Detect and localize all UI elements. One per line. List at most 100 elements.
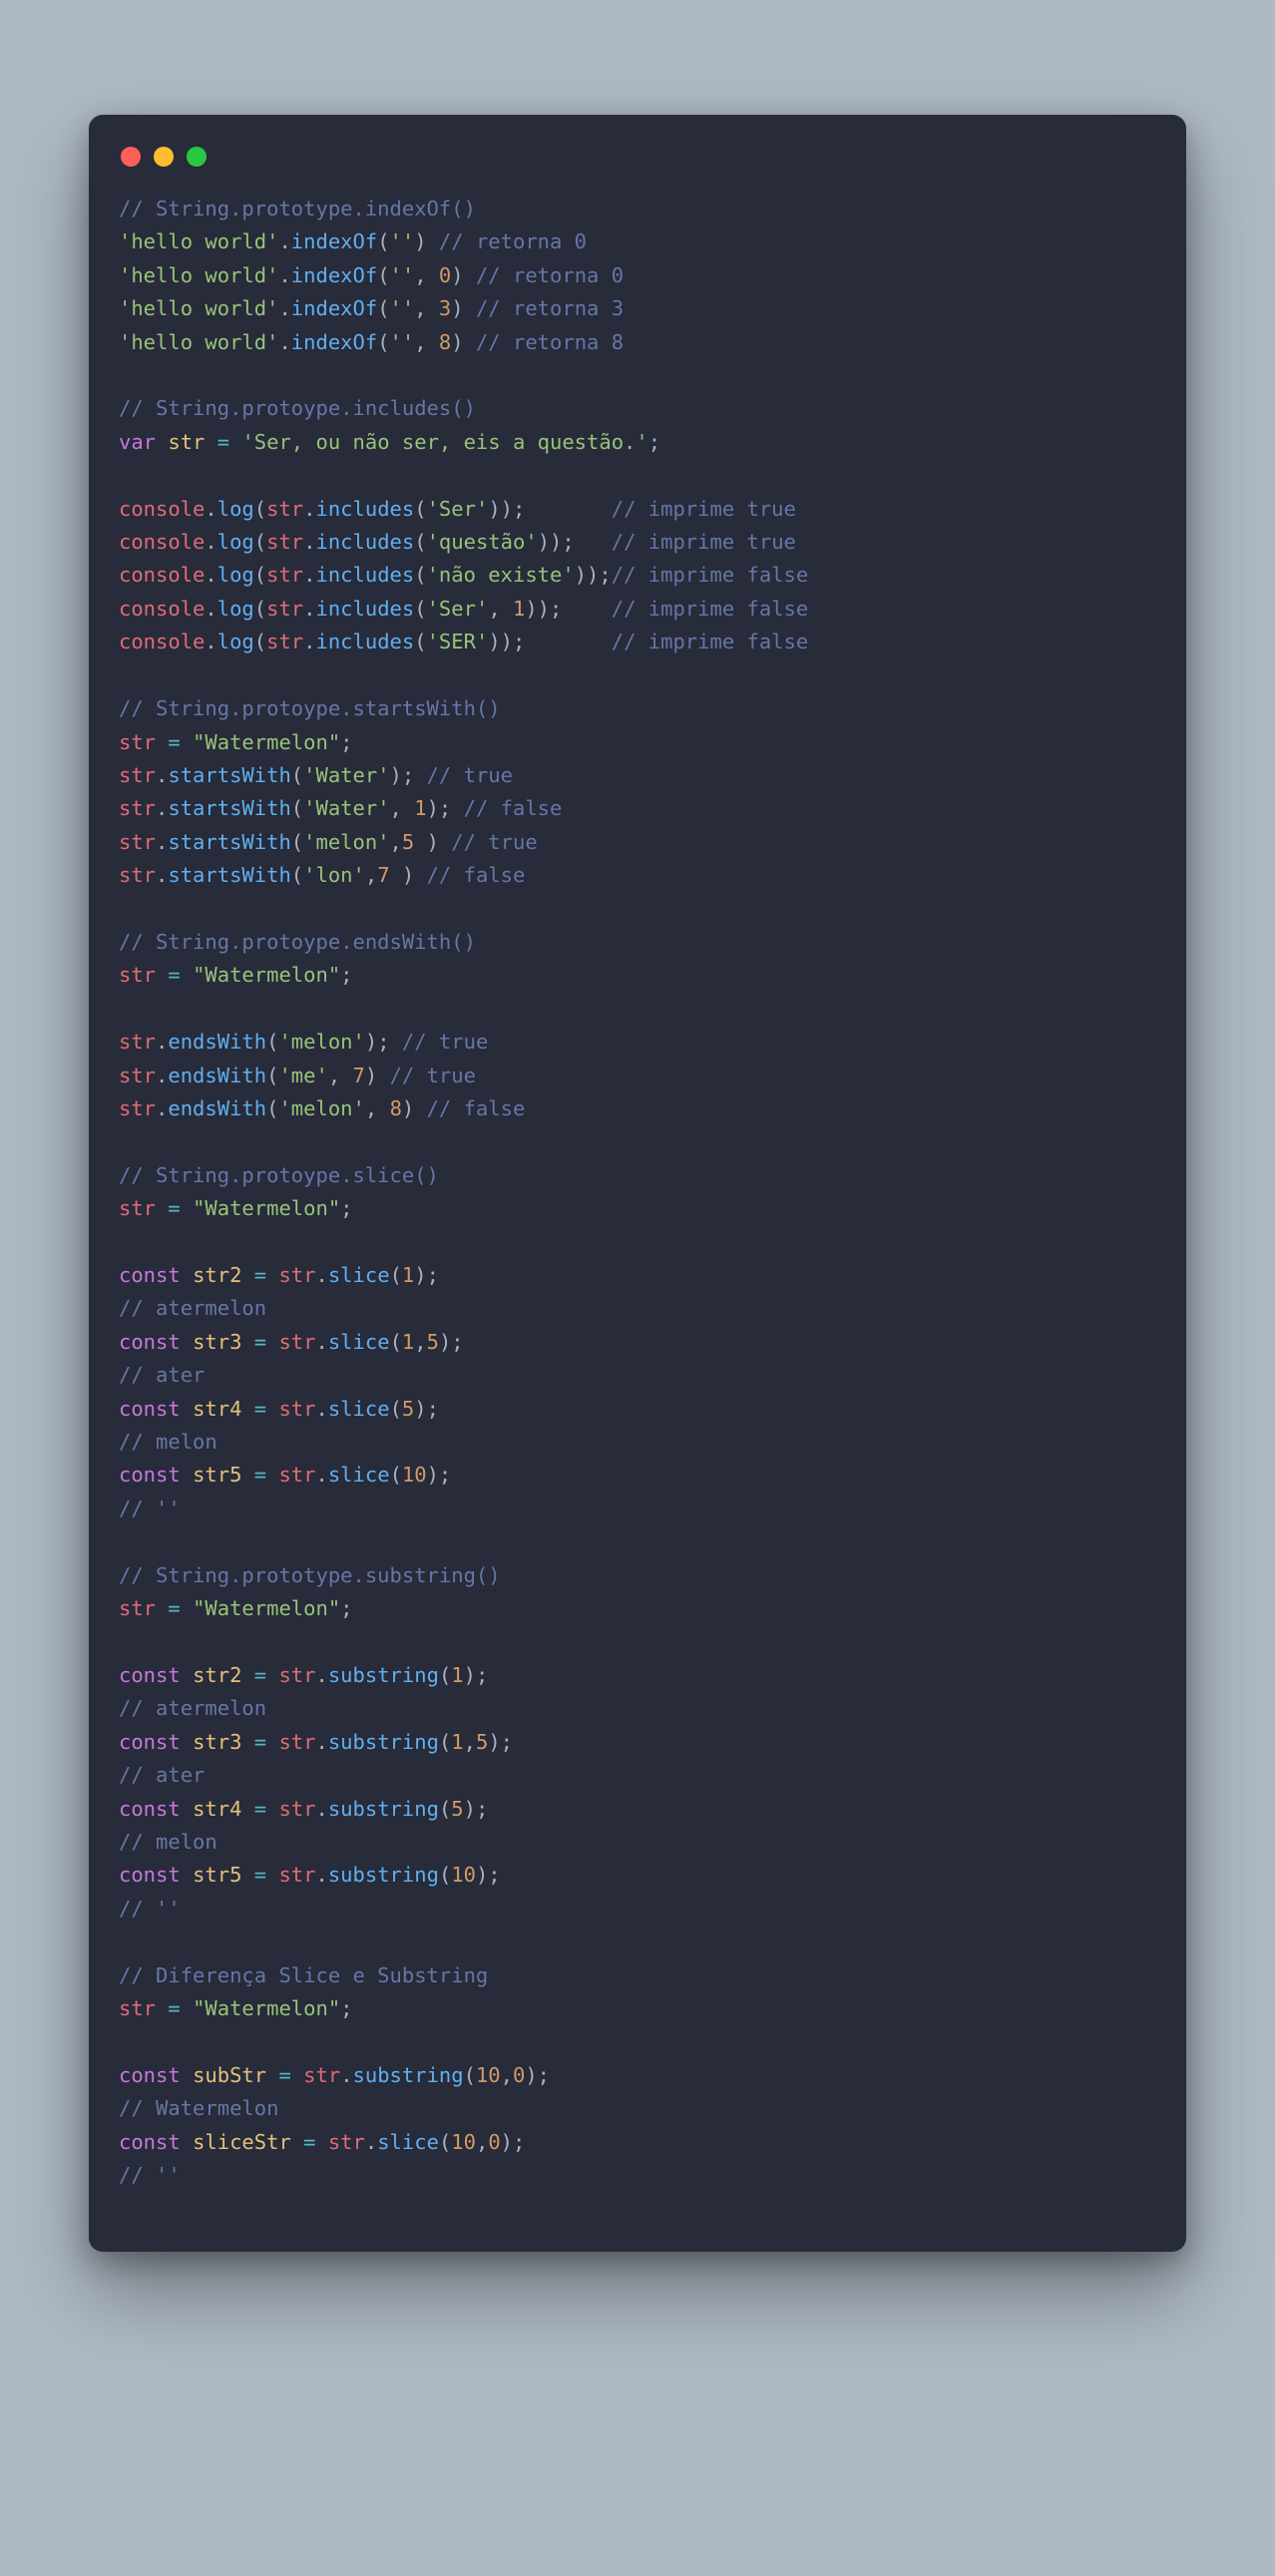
method: indexOf bbox=[291, 296, 377, 320]
identifier: str bbox=[119, 1096, 156, 1120]
string: 'Water' bbox=[303, 796, 389, 820]
identifier: str bbox=[119, 1030, 156, 1054]
method: slice bbox=[328, 1463, 390, 1487]
comment: // String.protoype.endsWith() bbox=[119, 930, 476, 954]
string: "Watermelon" bbox=[193, 730, 340, 754]
identifier: str bbox=[266, 597, 303, 621]
comment: // Diferença Slice e Substring bbox=[119, 1963, 488, 1987]
comment: // String.prototype.substring() bbox=[119, 1563, 501, 1587]
close-icon[interactable] bbox=[121, 147, 141, 167]
string: 'hello world' bbox=[119, 330, 278, 354]
identifier: str bbox=[328, 2130, 365, 2154]
number: 8 bbox=[439, 330, 451, 354]
number: 1 bbox=[451, 1663, 463, 1687]
identifier: console bbox=[119, 497, 205, 521]
string: 'melon' bbox=[303, 830, 389, 854]
identifier: str bbox=[119, 763, 156, 787]
method: indexOf bbox=[291, 263, 377, 287]
string: 'me' bbox=[278, 1064, 327, 1087]
identifier: str bbox=[278, 1863, 315, 1887]
method: startsWith bbox=[168, 863, 290, 887]
method: startsWith bbox=[168, 796, 290, 820]
string: '' bbox=[390, 263, 415, 287]
comment: // String.protoype.slice() bbox=[119, 1163, 439, 1187]
string: 'melon' bbox=[278, 1096, 364, 1120]
keyword: const bbox=[119, 1463, 181, 1487]
keyword: const bbox=[119, 1397, 181, 1421]
string: '' bbox=[390, 330, 415, 354]
minimize-icon[interactable] bbox=[154, 147, 174, 167]
string: 'hello world' bbox=[119, 229, 278, 253]
string: 'Ser' bbox=[427, 497, 489, 521]
number: 10 bbox=[451, 1863, 476, 1887]
number: 1 bbox=[513, 597, 525, 621]
identifier: console bbox=[119, 630, 205, 653]
keyword: const bbox=[119, 1663, 181, 1687]
number: 5 bbox=[476, 1730, 488, 1754]
number: 3 bbox=[439, 296, 451, 320]
method: startsWith bbox=[168, 830, 290, 854]
comment: // atermelon bbox=[119, 1296, 266, 1320]
number: 8 bbox=[390, 1096, 402, 1120]
comment: // imprime true bbox=[612, 530, 796, 554]
code-window: // String.prototype.indexOf() 'hello wor… bbox=[89, 115, 1186, 2252]
string: 'lon' bbox=[303, 863, 365, 887]
number: 1 bbox=[402, 1263, 414, 1287]
identifier: str bbox=[119, 963, 156, 987]
identifier: str bbox=[119, 1196, 156, 1220]
comment: // '' bbox=[119, 2163, 181, 2187]
maximize-icon[interactable] bbox=[187, 147, 207, 167]
identifier: str bbox=[266, 497, 303, 521]
number: 0 bbox=[439, 263, 451, 287]
comment: // imprime true bbox=[612, 497, 796, 521]
comment: // String.protoype.startsWith() bbox=[119, 696, 501, 720]
string: 'questão' bbox=[427, 530, 538, 554]
variable: sliceStr bbox=[193, 2130, 291, 2154]
method: substring bbox=[353, 2063, 464, 2087]
number: 10 bbox=[451, 2130, 476, 2154]
identifier: str bbox=[278, 1330, 315, 1354]
comment: // true bbox=[390, 1064, 476, 1087]
comment: // ater bbox=[119, 1363, 205, 1387]
keyword: var bbox=[119, 430, 156, 454]
comment: // false bbox=[427, 863, 526, 887]
number: 5 bbox=[451, 1797, 463, 1821]
keyword: const bbox=[119, 1330, 181, 1354]
method: endsWith bbox=[168, 1064, 266, 1087]
method: log bbox=[217, 563, 254, 587]
method: includes bbox=[316, 497, 415, 521]
identifier: str bbox=[119, 1064, 156, 1087]
string: 'hello world' bbox=[119, 263, 278, 287]
identifier: str bbox=[119, 730, 156, 754]
number: 0 bbox=[513, 2063, 525, 2087]
comment: // '' bbox=[119, 1897, 181, 1921]
keyword: const bbox=[119, 1797, 181, 1821]
method: log bbox=[217, 630, 254, 653]
method: substring bbox=[328, 1730, 439, 1754]
comment: // true bbox=[427, 763, 513, 787]
method: slice bbox=[328, 1397, 390, 1421]
comment: // '' bbox=[119, 1497, 181, 1520]
method: includes bbox=[316, 630, 415, 653]
identifier: str bbox=[278, 1663, 315, 1687]
identifier: str bbox=[278, 1397, 315, 1421]
number: 7 bbox=[377, 863, 389, 887]
number: 1 bbox=[451, 1730, 463, 1754]
variable: str5 bbox=[193, 1463, 241, 1487]
identifier: str bbox=[278, 1730, 315, 1754]
string: "Watermelon" bbox=[193, 1596, 340, 1620]
comment: // imprime false bbox=[612, 563, 808, 587]
comment: // ater bbox=[119, 1763, 205, 1787]
comment: // atermelon bbox=[119, 1696, 266, 1720]
comment: // Watermelon bbox=[119, 2096, 278, 2120]
string: 'Ser, ou não ser, eis a questão.' bbox=[241, 430, 647, 454]
identifier: str bbox=[119, 1996, 156, 2020]
number: 1 bbox=[402, 1330, 414, 1354]
number: 5 bbox=[402, 1397, 414, 1421]
number: 10 bbox=[476, 2063, 501, 2087]
variable: str bbox=[168, 430, 205, 454]
keyword: const bbox=[119, 2130, 181, 2154]
variable: str2 bbox=[193, 1663, 241, 1687]
number: 1 bbox=[414, 796, 426, 820]
identifier: str bbox=[119, 863, 156, 887]
